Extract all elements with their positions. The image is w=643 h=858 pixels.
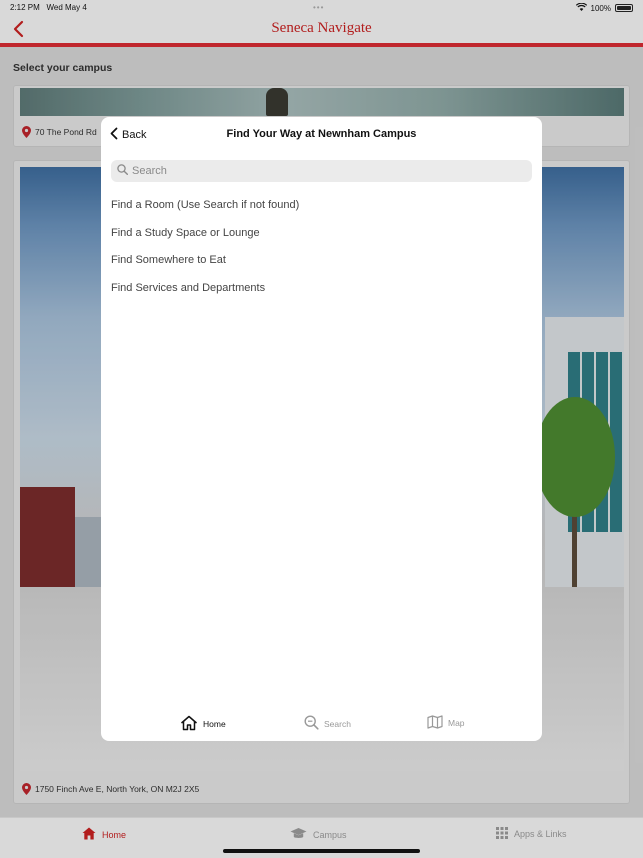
modal-tab-map[interactable]: Map <box>427 715 465 731</box>
modal-tab-label: Home <box>203 719 226 729</box>
modal-tab-label: Search <box>324 718 351 729</box>
battery-percent: 100% <box>590 3 611 13</box>
search-input[interactable] <box>132 165 512 177</box>
search-icon <box>117 162 128 180</box>
modal-tab-search[interactable]: Search <box>304 715 351 732</box>
find-your-way-modal: Back Find Your Way at Newnham Campus Fin… <box>101 117 542 741</box>
modal-tab-home[interactable]: Home <box>180 715 226 733</box>
search-icon <box>304 715 319 732</box>
tab-campus[interactable]: Campus <box>290 827 347 842</box>
tab-label: Campus <box>313 829 347 840</box>
battery-icon <box>615 4 633 12</box>
menu-item-find-food[interactable]: Find Somewhere to Eat <box>111 252 299 280</box>
menu-item-find-room[interactable]: Find a Room (Use Search if not found) <box>111 197 299 225</box>
status-indicators: 100% <box>575 2 633 13</box>
map-icon <box>427 715 443 731</box>
status-bar: 2:12 PM Wed May 4 ••• 100% <box>0 0 643 16</box>
grid-icon <box>496 827 508 841</box>
home-icon <box>180 715 198 733</box>
home-indicator[interactable] <box>223 849 420 853</box>
menu-item-find-services[interactable]: Find Services and Departments <box>111 280 299 308</box>
menu-item-find-study-space[interactable]: Find a Study Space or Lounge <box>111 225 299 253</box>
wifi-icon <box>575 2 587 13</box>
navigation-bar: Seneca Navigate <box>0 16 643 43</box>
modal-title: Find Your Way at Newnham Campus <box>226 128 417 140</box>
graduation-cap-icon <box>290 827 307 842</box>
home-icon <box>82 827 96 842</box>
tab-home[interactable]: Home <box>82 827 126 842</box>
find-options-list: Find a Room (Use Search if not found) Fi… <box>111 197 299 307</box>
tab-label: Apps & Links <box>514 829 567 839</box>
search-bar[interactable] <box>111 160 532 182</box>
multitasking-dots-icon[interactable]: ••• <box>313 3 324 12</box>
status-time: 2:12 PM Wed May 4 <box>10 3 87 12</box>
app-title: Seneca Navigate <box>271 20 372 36</box>
tab-label: Home <box>102 829 127 840</box>
tab-apps-links[interactable]: Apps & Links <box>496 827 567 841</box>
modal-tab-bar: Home Search Map <box>101 707 542 741</box>
modal-tab-label: Map <box>448 718 465 728</box>
